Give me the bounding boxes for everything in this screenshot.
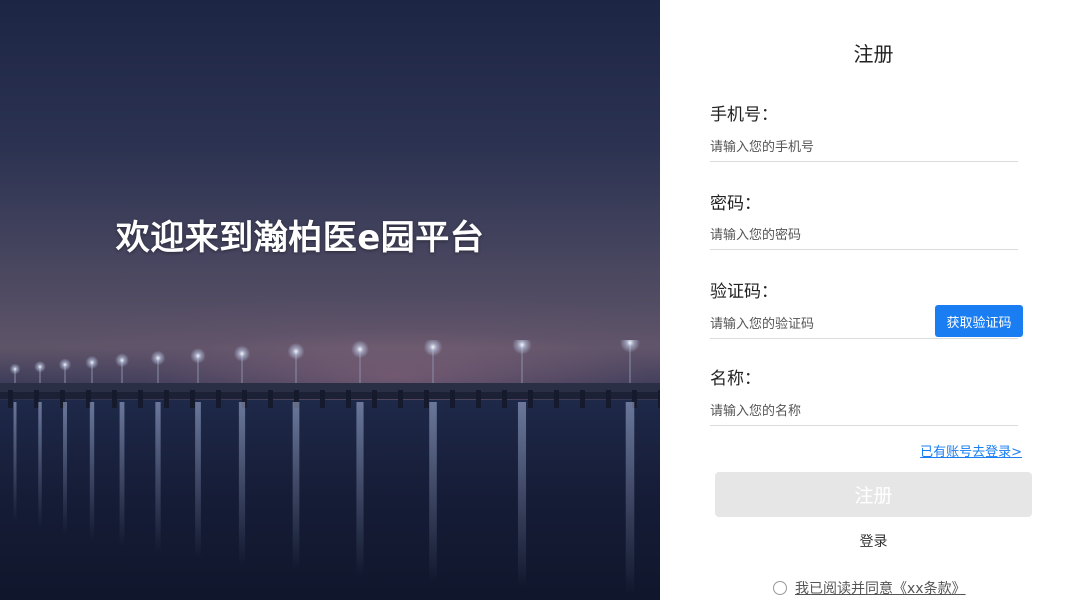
bridge-pier <box>34 390 39 408</box>
lamp-light <box>287 342 305 360</box>
bridge-pier <box>424 390 429 408</box>
lamp-reflection <box>625 402 635 594</box>
lamp-reflection <box>63 402 67 534</box>
lamp-reflection <box>89 402 95 540</box>
lamp-light <box>619 340 641 353</box>
go-login-link[interactable]: 已有账号去登录> <box>900 441 1022 460</box>
lamp-reflection <box>195 402 201 558</box>
bridge-pier <box>190 390 195 408</box>
agreement-row: 我已阅读并同意《xx条款》 <box>773 578 966 598</box>
login-button[interactable]: 登录 <box>715 531 1032 551</box>
lamp-light <box>190 347 206 364</box>
lamp-light <box>512 340 532 355</box>
phone-label: 手机号： <box>710 105 778 125</box>
get-code-button[interactable]: 获取验证码 <box>935 305 1023 337</box>
lamp-reflection <box>13 402 17 522</box>
lamp-light <box>233 345 251 362</box>
bridge-scene <box>0 340 660 594</box>
bridge-lamps <box>9 340 641 383</box>
bridge-pier <box>216 390 221 408</box>
bridge-pier <box>450 390 455 408</box>
lamp-light <box>351 340 369 359</box>
lamp-light <box>423 340 443 357</box>
name-label: 名称： <box>710 369 761 389</box>
bridge-deck <box>0 383 660 392</box>
register-button[interactable]: 注册 <box>715 472 1032 517</box>
hero-background: 欢迎来到瀚柏医e园平台 <box>0 0 660 600</box>
lamp-light <box>85 355 99 370</box>
name-input[interactable] <box>710 398 1018 426</box>
agreement-radio[interactable] <box>773 581 787 595</box>
lamp-reflection <box>517 402 527 588</box>
lamp-reflection <box>356 402 364 576</box>
bridge-pier <box>372 390 377 408</box>
bridge-pier <box>112 390 117 408</box>
bridge-pier <box>268 390 273 408</box>
form-title: 注册 <box>853 42 894 66</box>
lamp-reflection <box>292 402 300 570</box>
lamp-reflection <box>38 402 42 528</box>
bridge-pier <box>502 390 507 408</box>
bridge-pier <box>320 390 325 408</box>
bridge-pier <box>528 390 533 408</box>
lamp-light <box>150 350 166 366</box>
bridge-pier <box>164 390 169 408</box>
lamp-light <box>114 353 130 368</box>
bridge-pier <box>138 390 143 408</box>
bridge-pier <box>554 390 559 408</box>
password-label: 密码： <box>710 194 761 214</box>
lamp-light <box>58 358 72 371</box>
lamp-reflection <box>429 402 437 582</box>
lamp-reflection <box>238 402 246 564</box>
lamp-light <box>34 360 46 373</box>
bridge-pier <box>606 390 611 408</box>
agreement-link[interactable]: 我已阅读并同意《xx条款》 <box>795 578 966 598</box>
light-reflections <box>13 402 635 594</box>
phone-input[interactable] <box>710 134 1018 162</box>
welcome-heading: 欢迎来到瀚柏医e园平台 <box>115 218 485 258</box>
register-panel: 注册 手机号： 密码： 验证码： 获取验证码 名称： 已有账号去登录> 注册 登… <box>660 0 1067 600</box>
bridge-pier <box>580 390 585 408</box>
lamp-reflection <box>119 402 125 546</box>
password-input[interactable] <box>710 222 1018 250</box>
bridge-pier <box>398 390 403 408</box>
bridge-pier <box>8 390 13 408</box>
lamp-reflection <box>155 402 161 552</box>
bridge-base <box>0 392 660 399</box>
code-label: 验证码： <box>710 282 778 302</box>
bridge-pier <box>346 390 351 408</box>
bridge-pier <box>476 390 481 408</box>
lamp-light <box>9 363 21 375</box>
